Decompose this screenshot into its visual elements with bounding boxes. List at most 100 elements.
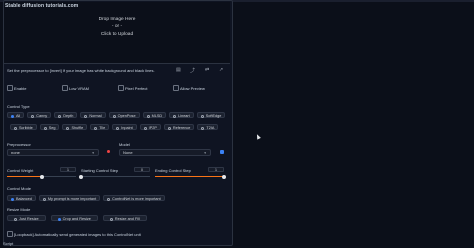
control-type-t2ia[interactable]: T2IA <box>197 124 219 130</box>
starting-step-input[interactable]: 0 <box>134 167 150 172</box>
enable-checkbox[interactable] <box>7 85 13 91</box>
tag-label: Seg <box>48 126 56 130</box>
control-type-canny[interactable]: Canny <box>27 112 52 118</box>
radio-icon <box>200 114 204 118</box>
control-type-depth[interactable]: Depth <box>54 112 78 118</box>
control-type-ip2p[interactable]: IP2P <box>139 124 161 130</box>
ending-step-label: Ending Control Step <box>155 168 191 173</box>
tag-label: Inpaint <box>121 126 133 130</box>
refresh-icon[interactable] <box>220 150 224 154</box>
starting-step-label: Starting Control Step <box>81 168 119 173</box>
radio-icon <box>112 114 116 118</box>
script-label: Script <box>3 241 14 246</box>
tag-label: MLSD <box>151 114 163 118</box>
radio-icon <box>146 114 150 118</box>
control-weight-slider[interactable] <box>7 174 76 179</box>
tag-label: Lineart <box>178 114 190 118</box>
radio-icon <box>11 114 14 118</box>
loopback-label: [Loopback] Automatically send generated … <box>14 232 141 237</box>
control-type-openpose[interactable]: OpenPose <box>108 112 140 118</box>
control-type-row-1: All Canny Depth Normal OpenPose MLSD Lin… <box>7 112 226 118</box>
radio-icon <box>94 126 98 130</box>
slider-track <box>81 176 150 177</box>
radio-icon <box>143 126 147 130</box>
watermark: Stable diffusion tutorials.com <box>5 3 79 9</box>
control-type-normal[interactable]: Normal <box>80 112 106 118</box>
radio-icon <box>14 217 17 221</box>
preprocessor-label: Preprocessor <box>7 142 31 147</box>
send-icon[interactable]: ↗ <box>219 67 223 73</box>
low-vram-label: Low VRAM <box>69 86 90 91</box>
image-drop-zone[interactable]: Drop Image Here - or - Click to Upload <box>4 2 230 64</box>
control-mode-balanced[interactable]: Balanced <box>7 195 36 201</box>
control-mode-controlnet[interactable]: ControlNet is more important <box>103 195 165 201</box>
upload-icon[interactable]: ⤴ <box>190 67 195 74</box>
control-mode-prompt[interactable]: My prompt is more important <box>38 195 101 201</box>
pixel-perfect-label: Pixel Perfect <box>125 86 148 91</box>
control-type-shuffle[interactable]: Shuffle <box>62 124 88 130</box>
preprocessor-value: none <box>11 150 20 155</box>
tag-label: Reference <box>172 126 191 130</box>
ending-step-slider[interactable] <box>155 174 226 179</box>
control-type-seg[interactable]: Seg <box>39 124 60 130</box>
control-type-tile[interactable]: Tile <box>90 124 110 130</box>
resize-mode-just-resize[interactable]: Just Resize <box>7 215 46 221</box>
radio-icon <box>58 114 62 118</box>
tag-label: IP2P <box>148 126 157 130</box>
control-mode-group: Balanced My prompt is more important Con… <box>7 195 165 201</box>
model-value: None <box>123 150 133 155</box>
radio-icon <box>167 126 171 130</box>
ending-step-input[interactable]: 1 <box>208 167 224 172</box>
slider-knob[interactable] <box>39 174 44 179</box>
radio-icon <box>84 114 88 118</box>
model-label: Model <box>119 142 130 147</box>
new-canvas-icon[interactable]: ▤ <box>176 67 181 73</box>
swap-icon[interactable]: ⇄ <box>205 67 209 73</box>
radio-icon <box>42 197 46 201</box>
radio-icon <box>109 217 113 221</box>
control-type-scribble[interactable]: Scribble <box>10 124 37 130</box>
click-upload-text: Click to Upload <box>100 32 134 37</box>
control-type-lineart[interactable]: Lineart <box>169 112 194 118</box>
control-type-row-2: Scribble Seg Shuffle Tile Inpaint IP2P R… <box>10 124 219 130</box>
drop-image-text: Drop Image Here <box>98 17 136 22</box>
radio-icon <box>173 114 177 118</box>
preprocessor-hint: Set the preprocessor to [invert] If your… <box>7 68 155 73</box>
preprocessor-select[interactable]: none ▾ <box>7 149 99 156</box>
tag-label: My prompt is more important <box>47 197 97 201</box>
starting-step-slider[interactable] <box>79 174 150 179</box>
tag-label: Normal <box>89 114 102 118</box>
tag-label: SoftEdge <box>205 114 222 118</box>
slider-knob[interactable] <box>79 174 83 179</box>
tag-label: OpenPose <box>117 114 136 118</box>
control-type-reference[interactable]: Reference <box>163 124 195 130</box>
resize-mode-resize-and-fill[interactable]: Resize and Fill <box>102 215 147 221</box>
model-select[interactable]: None ▾ <box>119 149 211 156</box>
slider-fill <box>155 176 224 177</box>
enable-label: Enable <box>14 86 27 91</box>
slider-knob[interactable] <box>222 174 226 179</box>
radio-icon <box>66 126 70 130</box>
pixel-perfect-checkbox[interactable] <box>118 85 124 91</box>
loopback-checkbox[interactable] <box>7 231 13 237</box>
radio-icon <box>31 114 35 118</box>
radio-icon <box>43 126 47 130</box>
control-type-softedge[interactable]: SoftEdge <box>196 112 226 118</box>
control-mode-label: Control Mode <box>7 186 32 191</box>
control-weight-label: Control Weight <box>7 168 34 173</box>
control-type-mlsd[interactable]: MLSD <box>142 112 167 118</box>
allow-preview-checkbox[interactable] <box>173 85 179 91</box>
tag-label: All <box>16 114 21 118</box>
mouse-cursor-icon <box>255 133 261 140</box>
tag-label: Balanced <box>16 197 32 201</box>
low-vram-checkbox[interactable] <box>62 85 68 91</box>
resize-mode-group: Just Resize Crop and Resize Resize and F… <box>7 215 147 221</box>
resize-mode-crop-and-resize[interactable]: Crop and Resize <box>50 215 98 221</box>
radio-icon <box>57 217 61 221</box>
control-type-inpaint[interactable]: Inpaint <box>112 124 137 130</box>
control-weight-input[interactable]: 1 <box>60 167 76 172</box>
explosion-icon[interactable] <box>107 150 110 153</box>
chevron-down-icon: ▾ <box>204 151 206 155</box>
control-type-all[interactable]: All <box>7 112 25 118</box>
radio-icon <box>14 126 17 130</box>
